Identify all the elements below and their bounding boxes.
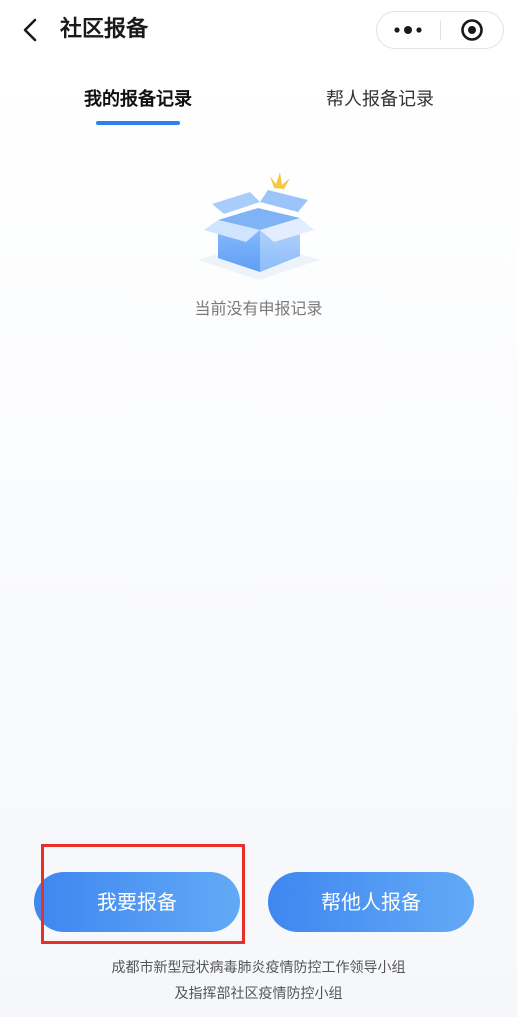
- page-title: 社区报备: [60, 17, 149, 42]
- chevron-left-icon: [23, 18, 37, 42]
- empty-box-icon: [198, 172, 320, 280]
- target-close-icon: [460, 19, 483, 41]
- active-tab-indicator: [96, 121, 180, 125]
- footer-line-1: 成都市新型冠状病毒肺炎疫情防控工作领导小组: [111, 960, 406, 976]
- mini-program-capsule: [376, 11, 504, 49]
- back-button[interactable]: [14, 14, 46, 46]
- empty-state-text: 当前没有申报记录: [194, 299, 323, 318]
- footer: 成都市新型冠状病毒肺炎疫情防控工作领导小组 及指挥部社区疫情防控小组: [0, 955, 517, 1007]
- tab-my-records[interactable]: 我的报备记录: [38, 80, 238, 120]
- footer-line-2: 及指挥部社区疫情防控小组: [174, 986, 343, 1002]
- tab-bar: 我的报备记录 帮人报备记录: [0, 80, 517, 130]
- tab-help-records[interactable]: 帮人报备记录: [280, 80, 480, 120]
- help-report-button[interactable]: 帮他人报备: [268, 872, 474, 932]
- more-dots-icon: [394, 26, 422, 34]
- nav-bar: 社区报备: [0, 0, 517, 60]
- close-button[interactable]: [441, 12, 504, 48]
- more-button[interactable]: [377, 12, 440, 48]
- page: 社区报备 我的报备记录 帮人报备记录 当前没有申报记录 我要报备 帮他人报备 成…: [0, 0, 517, 1017]
- self-report-button[interactable]: 我要报备: [34, 872, 240, 932]
